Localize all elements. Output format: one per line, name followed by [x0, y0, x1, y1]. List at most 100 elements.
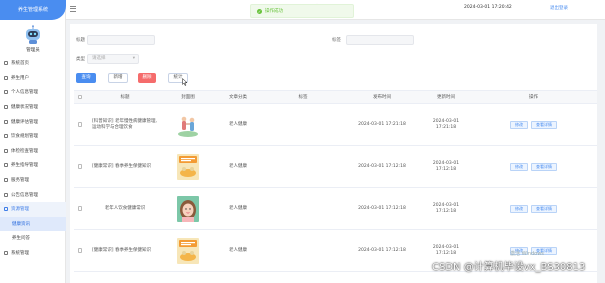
sidebar-menu: 系统首页 养生用户 个人信息管理 健康状况管理 健康评估管理 饮食规划管理 体检… [0, 56, 66, 260]
sidebar-subitem-qa[interactable]: 养生问答 [0, 231, 66, 246]
search-button[interactable]: 查询 [76, 73, 96, 83]
doc-icon [4, 90, 8, 95]
user-icon [4, 75, 8, 80]
doc-icon [4, 105, 8, 110]
sidebar-item-resources[interactable]: 资源管理 [0, 201, 66, 217]
tag-filter-label: 标签 [332, 38, 341, 43]
row-tag [264, 146, 342, 187]
row-cover [164, 104, 212, 145]
col-updated: 更新时间 [437, 95, 455, 100]
sidebar-item-label: 饮食规划管理 [11, 134, 38, 140]
windows-activation-text: 激活 Windows [510, 251, 544, 257]
sidebar-subitem-health-news[interactable]: 健康资讯 [0, 216, 66, 232]
sidebar-item-personal-info[interactable]: 个人信息管理 [0, 85, 66, 100]
detail-button[interactable]: 查看详情 [531, 204, 557, 213]
row-published: 2024-03-01 17:21:18 [358, 121, 406, 127]
doc-icon [4, 148, 8, 153]
row-updated: 2024-03-01 17:12:18 [432, 160, 460, 172]
cover-image-spring-health [177, 153, 199, 180]
doc-icon [4, 119, 8, 124]
table-row: 老年人饮食健康常识 老人健康 2024-03-01 17:12:18 2024-… [74, 188, 597, 230]
sidebar-item-health-status[interactable]: 健康状况管理 [0, 100, 66, 115]
sidebar-item-label: 资源管理 [11, 207, 29, 213]
table-header: 标题 封面图 文章分类 标签 发布时间 更新时间 操作 [74, 90, 597, 104]
row-updated: 2024-03-01 17:12:18 [432, 202, 460, 214]
sidebar-item-service[interactable]: 服务管理 [0, 173, 66, 188]
row-actions: 修改 查看详情 [470, 188, 597, 229]
edit-button[interactable]: 修改 [510, 204, 528, 213]
sidebar-item-label: 健康资讯 [12, 221, 30, 227]
app-title: 养生管理系统 [0, 0, 66, 20]
sidebar-item-users[interactable]: 养生用户 [0, 71, 66, 86]
detail-button[interactable]: 查看详情 [531, 162, 557, 171]
cover-image-elderly-exercise [177, 111, 199, 138]
gear-icon [4, 251, 8, 256]
sidebar-item-label: 养生用户 [11, 75, 29, 81]
row-checkbox[interactable] [74, 104, 86, 145]
sidebar-item-label: 公告信息管理 [11, 192, 38, 198]
delete-button[interactable]: 删除 [138, 73, 156, 83]
sidebar-item-home[interactable]: 系统首页 [0, 56, 66, 71]
cover-image-spring-health [177, 237, 199, 264]
row-title: [健康常识] 春季养生保健知识 [92, 163, 151, 169]
row-tag [264, 230, 342, 271]
row-cover [164, 188, 212, 229]
detail-button[interactable]: 查看详情 [531, 120, 557, 129]
row-cover [164, 230, 212, 271]
edit-button[interactable]: 修改 [510, 162, 528, 171]
folder-icon [4, 207, 8, 212]
title-filter-input[interactable] [87, 35, 155, 45]
row-category: 老人健康 [229, 163, 247, 169]
sidebar-item-label: 体检检查管理 [11, 148, 38, 154]
col-cover: 封面图 [181, 95, 195, 100]
sidebar-item-health-assessment[interactable]: 健康评估管理 [0, 114, 66, 129]
row-tag [264, 104, 342, 145]
row-checkbox[interactable] [74, 188, 86, 229]
row-checkbox[interactable] [74, 146, 86, 187]
row-published: 2024-03-01 17:12:18 [358, 247, 406, 253]
sidebar-item-system[interactable]: 系统管理 [0, 246, 66, 261]
col-actions: 操作 [529, 95, 538, 100]
sidebar-item-label: 服务管理 [11, 178, 29, 184]
check-circle-icon: ✓ [257, 8, 262, 14]
current-datetime: 2024-03-01 17:20:42 [464, 5, 512, 10]
sidebar-item-notice[interactable]: 公告信息管理 [0, 187, 66, 202]
row-title: 老年人饮食健康常识 [104, 205, 146, 211]
cover-image-girl-portrait [177, 195, 199, 222]
toast-message: 操作成功 [265, 9, 283, 14]
type-filter-select[interactable]: 请选择 [87, 54, 139, 64]
news-table: 标题 封面图 文章分类 标签 发布时间 更新时间 操作 [科普知识] 老年慢性病… [74, 90, 597, 272]
row-published: 2024-03-01 17:12:18 [358, 205, 406, 211]
tag-filter-input[interactable] [346, 35, 414, 45]
success-toast: ✓ 操作成功 [250, 4, 354, 18]
table-row: [健康常识] 春季养生保健知识 老人健康 2024-03-01 17:12:18… [74, 146, 597, 188]
sidebar-item-label: 养生指导管理 [11, 163, 38, 169]
sidebar-item-guidance[interactable]: 养生指导管理 [0, 158, 66, 173]
doc-icon [4, 178, 8, 183]
home-icon [4, 61, 8, 66]
row-category: 老人健康 [229, 205, 247, 211]
logout-link[interactable]: 退出登录 [550, 5, 568, 11]
row-checkbox[interactable] [74, 230, 86, 271]
row-actions: 修改 查看详情 [470, 104, 597, 145]
row-actions: 修改 查看详情 [470, 146, 597, 187]
row-category: 老人健康 [229, 247, 247, 253]
menu-toggle-icon[interactable] [70, 6, 76, 12]
col-tag: 标签 [298, 95, 308, 100]
sidebar-item-checkup[interactable]: 体检检查管理 [0, 144, 66, 159]
sidebar-item-label: 健康评估管理 [11, 119, 38, 125]
robot-avatar-icon [26, 25, 40, 44]
row-title: [健康常识] 春季养生保健知识 [92, 247, 151, 253]
username: 管理员 [26, 48, 40, 53]
sidebar-item-label: 系统管理 [11, 251, 29, 257]
sidebar-item-label: 健康状况管理 [11, 105, 38, 111]
edit-button[interactable]: 修改 [510, 120, 528, 129]
select-all-checkbox[interactable] [74, 91, 86, 103]
sidebar-item-diet-plan[interactable]: 饮食规划管理 [0, 129, 66, 144]
add-button[interactable]: 新增 [108, 73, 128, 83]
doc-icon [4, 192, 8, 197]
sidebar-item-label: 系统首页 [11, 61, 29, 67]
row-cover [164, 146, 212, 187]
mouse-cursor-icon [182, 78, 188, 86]
row-title: [科普知识] 老年慢性病健康管理, 运动科学与合理饮食 [92, 118, 157, 130]
